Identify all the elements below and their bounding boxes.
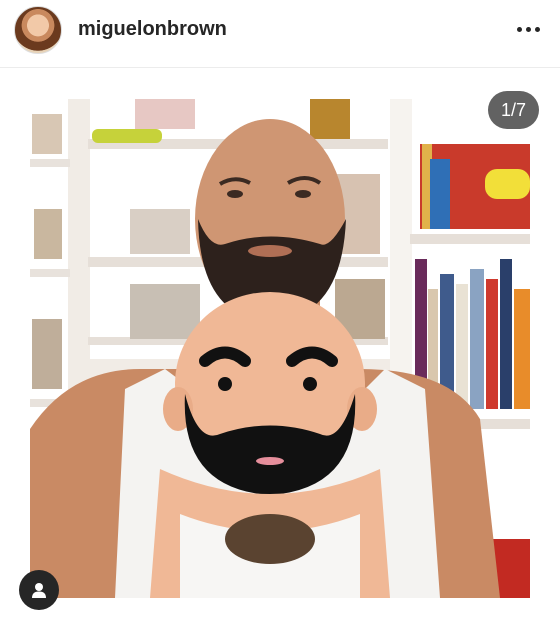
username-link[interactable]: miguelonbrown [78, 18, 227, 41]
photo-illustration [30, 99, 530, 598]
post-photo[interactable] [30, 99, 530, 598]
profile-avatar[interactable] [14, 6, 62, 54]
tagged-users-button[interactable] [19, 570, 59, 610]
more-dot-icon [516, 26, 522, 32]
more-dot-icon [525, 26, 531, 32]
post-header: miguelonbrown [0, 0, 560, 68]
carousel-counter: 1/7 [488, 91, 539, 129]
more-dot-icon [534, 26, 540, 32]
more-options-button[interactable] [512, 16, 544, 42]
user-tag-icon [32, 583, 46, 598]
